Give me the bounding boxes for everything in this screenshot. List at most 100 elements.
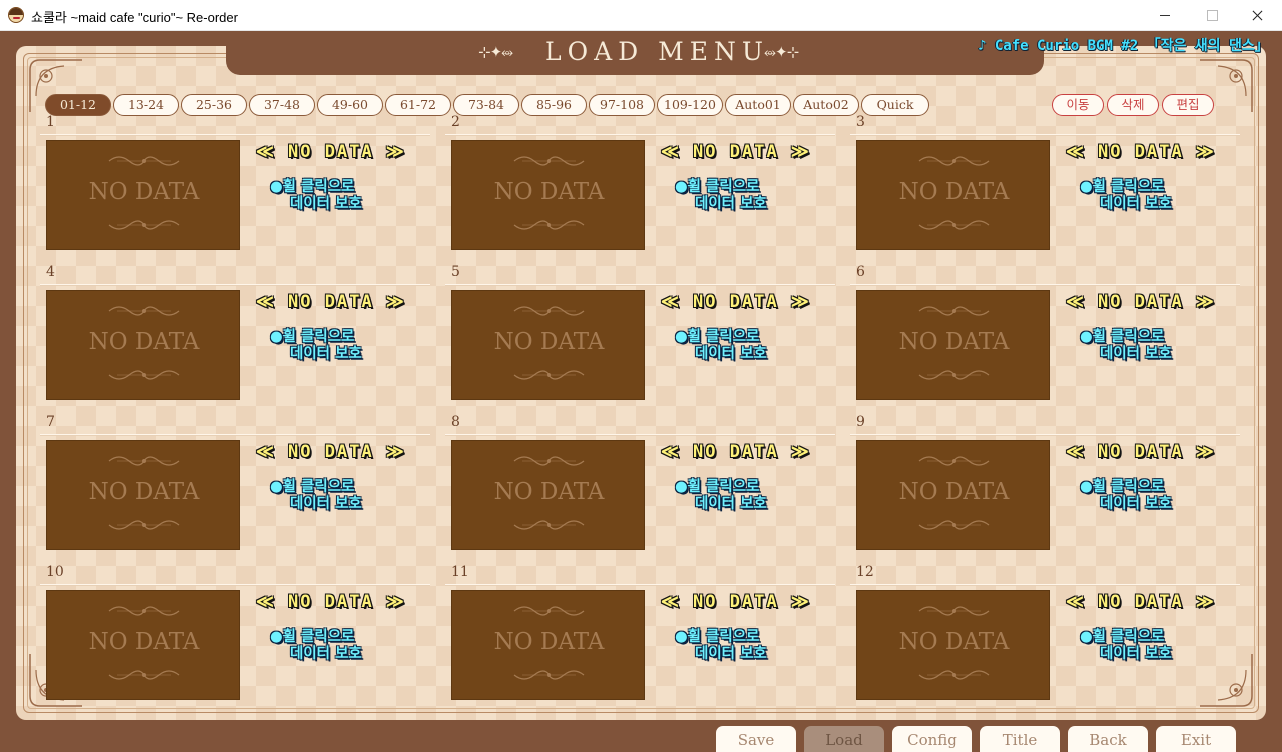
protect-hint-line1: ●휠 클릭으로 bbox=[270, 179, 355, 195]
protect-hint-line1: ●휠 클릭으로 bbox=[270, 479, 355, 495]
slot-thumbnail[interactable]: NO DATA bbox=[46, 290, 240, 400]
slot-divider bbox=[445, 134, 835, 136]
slot-number: 11 bbox=[451, 564, 469, 580]
bgm-now-playing: ♪ Cafe Curio BGM #2 「작은 새의 댄스」 bbox=[978, 38, 1269, 54]
save-nav-button[interactable]: Save bbox=[716, 726, 796, 752]
protect-hint-line1: ●휠 클릭으로 bbox=[270, 329, 355, 345]
protect-hint-line1: ●휠 클릭으로 bbox=[1080, 329, 1165, 345]
edit-button[interactable]: 편집 bbox=[1162, 94, 1214, 116]
save-slot[interactable]: 8 NO DATA ≪ NO DATA ≫ ●휠 클릭으로 데이터 보호 bbox=[445, 414, 837, 562]
save-slot[interactable]: 6 NO DATA ≪ NO DATA ≫ ●휠 클릭으로 데이터 보호 bbox=[850, 264, 1242, 412]
protect-hint-line2: 데이터 보호 bbox=[695, 496, 767, 512]
save-slot[interactable]: 4 NO DATA ≪ NO DATA ≫ ●휠 클릭으로 데이터 보호 bbox=[40, 264, 432, 412]
slot-number: 12 bbox=[856, 564, 874, 580]
slot-thumbnail[interactable]: NO DATA bbox=[856, 590, 1050, 700]
tab-25-36[interactable]: 25-36 bbox=[181, 94, 247, 116]
slot-thumbnail[interactable]: NO DATA bbox=[451, 440, 645, 550]
save-slot[interactable]: 3 NO DATA ≪ NO DATA ≫ ●휠 클릭으로 데이터 보호 bbox=[850, 114, 1242, 262]
load-menu-panel: 01-12 13-24 25-36 37-48 49-60 61-72 73-84 85-96… bbox=[16, 46, 1266, 720]
slot-thumbnail[interactable]: NO DATA bbox=[451, 140, 645, 250]
protect-hint: ●휠 클릭으로 데이터 보호 bbox=[270, 479, 362, 513]
save-slot[interactable]: 1 NO DATA ≪ NO DATA ≫ ●휠 클릭으로 데이터 보호 bbox=[40, 114, 432, 262]
protect-hint: ●휠 클릭으로 데이터 보호 bbox=[1080, 479, 1172, 513]
tab-49-60[interactable]: 49-60 bbox=[317, 94, 383, 116]
slot-thumbnail[interactable]: NO DATA bbox=[856, 140, 1050, 250]
protect-hint: ●휠 클릭으로 데이터 보호 bbox=[675, 629, 767, 663]
slot-status: ≪ NO DATA ≫ bbox=[256, 592, 406, 612]
protect-hint: ●휠 클릭으로 데이터 보호 bbox=[270, 179, 362, 213]
slot-thumbnail[interactable]: NO DATA bbox=[856, 440, 1050, 550]
slot-divider bbox=[40, 284, 430, 286]
slot-thumbnail[interactable]: NO DATA bbox=[46, 590, 240, 700]
tab-auto01[interactable]: Auto01 bbox=[725, 94, 791, 116]
thumbnail-ornament-icon bbox=[857, 666, 1051, 684]
game-screen: 01-12 13-24 25-36 37-48 49-60 61-72 73-84 85-96… bbox=[0, 31, 1282, 752]
protect-hint-line2: 데이터 보호 bbox=[290, 346, 362, 362]
save-slot[interactable]: 7 NO DATA ≪ NO DATA ≫ ●휠 클릭으로 데이터 보호 bbox=[40, 414, 432, 562]
save-slot[interactable]: 10 NO DATA ≪ NO DATA ≫ ●휠 클릭으로 데이터 보호 bbox=[40, 564, 432, 712]
slot-number: 8 bbox=[451, 414, 460, 430]
title-nav-button[interactable]: Title bbox=[980, 726, 1060, 752]
save-slot[interactable]: 11 NO DATA ≪ NO DATA ≫ ●휠 클릭으로 데이터 보호 bbox=[445, 564, 837, 712]
close-button[interactable] bbox=[1234, 0, 1280, 30]
save-slot[interactable]: 9 NO DATA ≪ NO DATA ≫ ●휠 클릭으로 데이터 보호 bbox=[850, 414, 1242, 562]
slot-thumbnail[interactable]: NO DATA bbox=[856, 290, 1050, 400]
thumbnail-ornament-icon bbox=[452, 302, 646, 320]
thumbnail-ornament-icon bbox=[452, 216, 646, 234]
minimize-button[interactable] bbox=[1142, 0, 1188, 30]
config-nav-button[interactable]: Config bbox=[892, 726, 972, 752]
tab-61-72[interactable]: 61-72 bbox=[385, 94, 451, 116]
move-button[interactable]: 이동 bbox=[1052, 94, 1104, 116]
tab-37-48[interactable]: 37-48 bbox=[249, 94, 315, 116]
tab-auto02[interactable]: Auto02 bbox=[793, 94, 859, 116]
slot-thumbnail[interactable]: NO DATA bbox=[451, 590, 645, 700]
save-slot[interactable]: 5 NO DATA ≪ NO DATA ≫ ●휠 클릭으로 데이터 보호 bbox=[445, 264, 837, 412]
slot-number: 4 bbox=[46, 264, 55, 280]
thumbnail-no-data-text: NO DATA bbox=[88, 179, 200, 205]
tab-85-96[interactable]: 85-96 bbox=[521, 94, 587, 116]
protect-hint-line2: 데이터 보호 bbox=[290, 496, 362, 512]
tab-13-24[interactable]: 13-24 bbox=[113, 94, 179, 116]
slot-number: 7 bbox=[46, 414, 55, 430]
thumbnail-no-data-text: NO DATA bbox=[898, 629, 1010, 655]
window-title-bar[interactable]: 쇼쿨라 ~maid cafe "curio"~ Re-order bbox=[0, 0, 1282, 31]
delete-button[interactable]: 삭제 bbox=[1107, 94, 1159, 116]
slot-thumbnail[interactable]: NO DATA bbox=[451, 290, 645, 400]
protect-hint-line1: ●휠 클릭으로 bbox=[270, 629, 355, 645]
thumbnail-no-data-text: NO DATA bbox=[493, 179, 605, 205]
tab-quick[interactable]: Quick bbox=[861, 94, 929, 116]
back-nav-button[interactable]: Back bbox=[1068, 726, 1148, 752]
protect-hint-line1: ●휠 클릭으로 bbox=[675, 179, 760, 195]
protect-hint-line1: ●휠 클릭으로 bbox=[1080, 479, 1165, 495]
slot-divider bbox=[850, 584, 1240, 586]
slot-status: ≪ NO DATA ≫ bbox=[661, 592, 811, 612]
thumbnail-no-data-text: NO DATA bbox=[493, 479, 605, 505]
thumbnail-ornament-icon bbox=[857, 452, 1051, 470]
slot-status: ≪ NO DATA ≫ bbox=[256, 442, 406, 462]
tab-109-120[interactable]: 109-120 bbox=[657, 94, 723, 116]
slot-thumbnail[interactable]: NO DATA bbox=[46, 140, 240, 250]
tab-97-108[interactable]: 97-108 bbox=[589, 94, 655, 116]
save-slot[interactable]: 2 NO DATA ≪ NO DATA ≫ ●휠 클릭으로 데이터 보호 bbox=[445, 114, 837, 262]
slot-number: 6 bbox=[856, 264, 865, 280]
thumbnail-ornament-icon bbox=[857, 602, 1051, 620]
tab-01-12[interactable]: 01-12 bbox=[45, 94, 111, 116]
title-ornament-right-icon: ⥈✦⊹ bbox=[764, 43, 799, 61]
load-nav-button[interactable]: Load bbox=[804, 726, 884, 752]
slot-status: ≪ NO DATA ≫ bbox=[1066, 292, 1216, 312]
slot-thumbnail[interactable]: NO DATA bbox=[46, 440, 240, 550]
tab-73-84[interactable]: 73-84 bbox=[453, 94, 519, 116]
thumbnail-ornament-icon bbox=[857, 516, 1051, 534]
thumbnail-ornament-icon bbox=[452, 152, 646, 170]
thumbnail-no-data-text: NO DATA bbox=[898, 179, 1010, 205]
protect-hint: ●휠 클릭으로 데이터 보호 bbox=[1080, 629, 1172, 663]
thumbnail-ornament-icon bbox=[452, 452, 646, 470]
exit-nav-button[interactable]: Exit bbox=[1156, 726, 1236, 752]
thumbnail-ornament-icon bbox=[452, 602, 646, 620]
slot-status: ≪ NO DATA ≫ bbox=[1066, 442, 1216, 462]
slot-divider bbox=[850, 284, 1240, 286]
save-slot[interactable]: 12 NO DATA ≪ NO DATA ≫ ●휠 클릭으로 데이터 보호 bbox=[850, 564, 1242, 712]
thumbnail-ornament-icon bbox=[857, 152, 1051, 170]
maximize-button[interactable] bbox=[1188, 0, 1234, 30]
thumbnail-ornament-icon bbox=[47, 302, 241, 320]
